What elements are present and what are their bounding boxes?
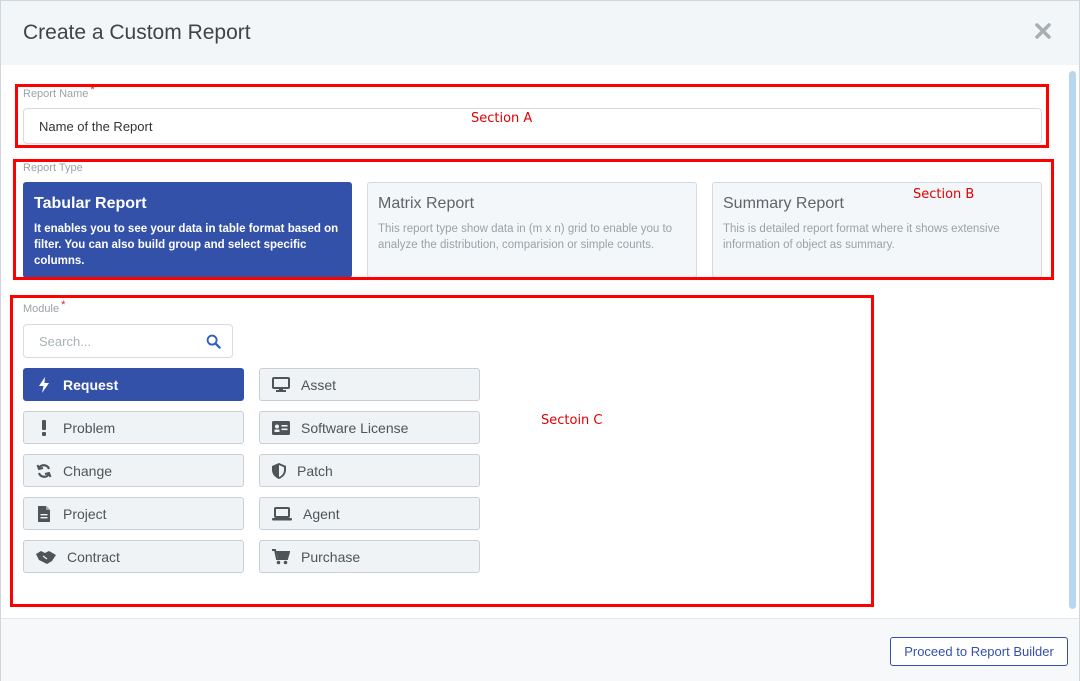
custom-report-modal: Create a Custom Report Report Name* Repo… [0, 0, 1080, 681]
annotation-label-section-a: Section A [471, 111, 533, 126]
annotation-box-section-c [10, 295, 874, 607]
annotation-label-section-c: Sectoin C [541, 413, 603, 428]
proceed-to-report-builder-button[interactable]: Proceed to Report Builder [890, 637, 1068, 666]
modal-title: Create a Custom Report [23, 21, 251, 44]
annotation-label-section-b: Section B [913, 187, 975, 202]
annotation-box-section-b [13, 159, 1054, 280]
close-icon[interactable] [1035, 23, 1051, 39]
scrollbar[interactable] [1069, 71, 1076, 609]
modal-header: Create a Custom Report [1, 1, 1079, 65]
